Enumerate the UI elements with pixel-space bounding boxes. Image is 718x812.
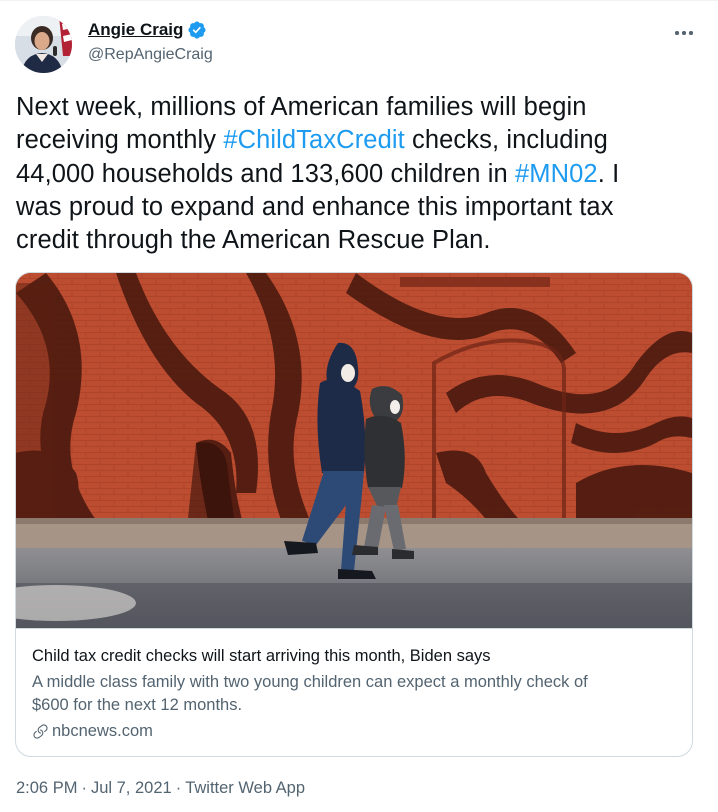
- tweet-time: 2:06 PM: [16, 779, 78, 797]
- display-name[interactable]: Angie Craig: [88, 20, 183, 40]
- card-image: [16, 273, 692, 628]
- tweet-line: was proud to expand and enhance this imp…: [16, 192, 614, 221]
- card-title: Child tax credit checks will start arriv…: [32, 647, 491, 665]
- tweet-text: Next week, millions of American families…: [16, 91, 696, 257]
- card-description-line: $600 for the next 12 months.: [32, 696, 243, 714]
- meta-separator: ·: [81, 779, 87, 797]
- hashtag-link[interactable]: #MN02: [515, 160, 598, 188]
- author-info: Angie Craig @RepAngieCraig: [88, 18, 213, 64]
- card-description-line: A middle class family with two young chi…: [32, 673, 588, 691]
- card-domain-text: nbcnews.com: [52, 722, 153, 740]
- more-options-button[interactable]: [670, 22, 698, 42]
- avatar[interactable]: [15, 16, 72, 73]
- tweet-source-link[interactable]: Twitter Web App: [185, 779, 305, 797]
- tweet-line: receiving monthly #ChildTaxCredit checks…: [16, 124, 696, 157]
- tweet-metadata: 2:06 PM · Jul 7, 2021 · Twitter Web App: [16, 779, 305, 798]
- card-text: Child tax credit checks will start arriv…: [32, 645, 682, 741]
- more-horizontal-icon: [675, 31, 679, 35]
- tweet-text-segment: receiving monthly: [16, 126, 224, 155]
- more-horizontal-icon-dot: [689, 31, 693, 35]
- card-description: A middle class family with two young chi…: [32, 671, 682, 717]
- tweet-line: 44,000 households and 133,600 children i…: [16, 158, 696, 191]
- card-photo: [16, 273, 692, 628]
- card-divider: [16, 628, 692, 629]
- tweet-date: Jul 7, 2021: [90, 779, 172, 797]
- meta-separator: ·: [175, 779, 182, 797]
- hashtag-link[interactable]: #ChildTaxCredit: [223, 126, 405, 154]
- avatar-image: [15, 16, 72, 73]
- tweet-text-segment: checks, including: [404, 126, 608, 155]
- tweet-line: credit through the American Rescue Plan.: [16, 226, 491, 255]
- tweet-line: Next week, millions of American families…: [16, 93, 587, 121]
- more-horizontal-icon-dot: [682, 31, 686, 35]
- tweet-time-link[interactable]: 2:06 PM · Jul 7, 2021: [16, 779, 172, 797]
- handle[interactable]: @RepAngieCraig: [88, 46, 213, 64]
- card-domain: nbcnews.com: [32, 722, 682, 741]
- link-icon: [33, 724, 48, 739]
- verified-badge-icon: [188, 21, 206, 39]
- top-border: [0, 0, 718, 1]
- tweet-text-segment: 44,000 households and 133,600 children i…: [16, 159, 516, 188]
- link-preview-card[interactable]: Child tax credit checks will start arriv…: [15, 272, 693, 757]
- tweet-text-segment: . I: [597, 159, 620, 188]
